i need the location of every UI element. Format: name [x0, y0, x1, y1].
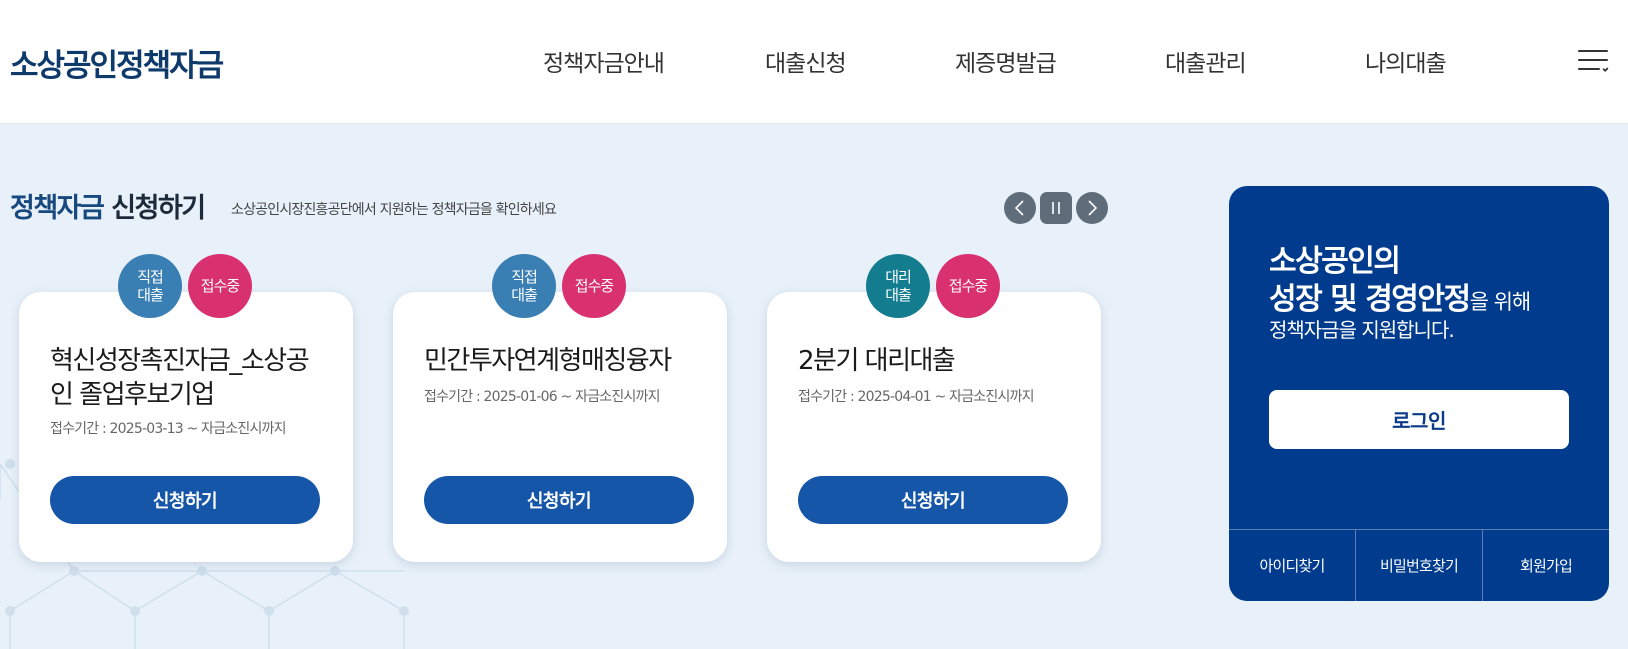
account-links: 아이디찾기 비밀번호찾기 회원가입 [1229, 529, 1609, 601]
login-button[interactable]: 로그인 [1269, 390, 1569, 449]
section-title: 정책자금 신청하기 [10, 186, 206, 225]
application-period: 접수기간 : 2025-04-01 ~ 자금소진시까지 [798, 389, 1035, 405]
apply-button[interactable]: 신청하기 [424, 476, 694, 524]
slider-prev-button[interactable] [1004, 192, 1036, 224]
fund-title: 혁신성장촉진자금_소상공인 졸업후보기업 [50, 346, 310, 410]
site-header: 소상공인정책자금 정책자금안내 대출신청 제증명발급 대출관리 나의대출 [0, 0, 1628, 124]
loan-type-badge: 대리 대출 [866, 254, 930, 318]
loan-type-line1: 직접 [137, 268, 164, 286]
hamburger-menu-icon[interactable] [1578, 48, 1609, 73]
slider-pause-button[interactable] [1040, 192, 1072, 224]
site-logo[interactable]: 소상공인정책자금 [10, 40, 224, 85]
loan-type-line1: 대리 [885, 268, 912, 286]
panel-headline-emphasis: 성장 및 경영안정 [1269, 282, 1471, 317]
pause-icon [1052, 202, 1060, 214]
fund-title: 민간투자연계형매칭융자 [424, 346, 672, 376]
fund-title: 2분기 대리대출 [798, 346, 956, 376]
status-badge: 접수중 [936, 254, 1000, 318]
status-badge: 접수중 [562, 254, 626, 318]
login-panel: 소상공인의 성장 및 경영안정을 위해 정책자금을 지원합니다. 로그인 아이디… [1229, 186, 1609, 601]
application-period: 접수기간 : 2025-03-13 ~ 자금소진시까지 [50, 421, 287, 437]
fund-card: 직접 대출 접수중 혁신성장촉진자금_소상공인 졸업후보기업 접수기간 : 20… [19, 254, 353, 562]
nav-item-my-loans[interactable]: 나의대출 [1365, 44, 1447, 78]
panel-headline-line2: 성장 및 경영안정을 위해 [1269, 274, 1532, 318]
panel-subtext: 정책자금을 지원합니다. [1269, 318, 1455, 342]
apply-button[interactable]: 신청하기 [50, 476, 320, 524]
panel-headline-suffix: 을 위해 [1469, 290, 1532, 314]
apply-button[interactable]: 신청하기 [798, 476, 1068, 524]
chevron-left-icon [1014, 200, 1024, 216]
section-title-rest: 신청하기 [111, 193, 206, 224]
application-period: 접수기간 : 2025-01-06 ~ 자금소진시까지 [424, 389, 661, 405]
nav-item-loan-management[interactable]: 대출관리 [1165, 44, 1247, 78]
sign-up-link[interactable]: 회원가입 [1482, 530, 1609, 601]
loan-type-line2: 대출 [511, 286, 538, 304]
find-password-link[interactable]: 비밀번호찾기 [1355, 530, 1482, 601]
loan-type-badge: 직접 대출 [492, 254, 556, 318]
nav-item-loan-application[interactable]: 대출신청 [765, 44, 847, 78]
find-id-link[interactable]: 아이디찾기 [1229, 530, 1355, 601]
fund-card: 대리 대출 접수중 2분기 대리대출 접수기간 : 2025-04-01 ~ 자… [767, 254, 1101, 562]
chevron-right-icon [1088, 200, 1098, 216]
slider-next-button[interactable] [1076, 192, 1108, 224]
section-description: 소상공인시장진흥공단에서 지원하는 정책자금을 확인하세요 [231, 202, 557, 218]
section-title-accent: 정책자금 [10, 193, 105, 224]
loan-type-line2: 대출 [885, 286, 912, 304]
status-badge: 접수중 [188, 254, 252, 318]
loan-type-line1: 직접 [511, 268, 538, 286]
loan-type-line2: 대출 [137, 286, 164, 304]
loan-type-badge: 직접 대출 [118, 254, 182, 318]
fund-card: 직접 대출 접수중 민간투자연계형매칭융자 접수기간 : 2025-01-06 … [393, 254, 727, 562]
nav-item-certificate-issuance[interactable]: 제증명발급 [955, 44, 1057, 78]
nav-item-policy-fund-info[interactable]: 정책자금안내 [543, 44, 665, 78]
